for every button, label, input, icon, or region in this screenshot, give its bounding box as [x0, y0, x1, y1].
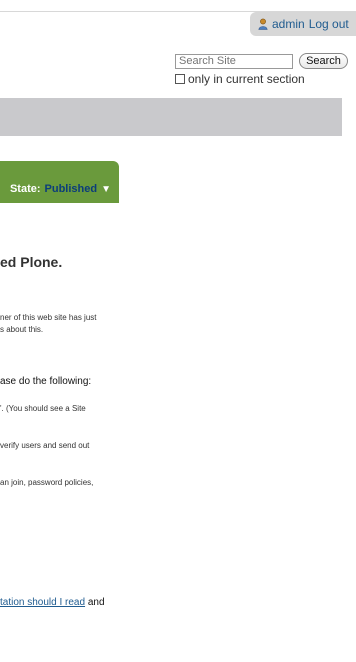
docs-link-line: tation should I read and — [0, 597, 105, 608]
state-label: State: — [9, 183, 41, 195]
docs-link-tail: and — [85, 597, 105, 608]
current-section-label: only in current section — [188, 72, 305, 86]
content-actions-bar: State: Published ▼ — [0, 161, 119, 203]
page-heading: ed Plone. — [0, 254, 63, 270]
user-link[interactable]: admin — [272, 17, 305, 31]
logout-link[interactable]: Log out — [309, 17, 349, 31]
state-value[interactable]: Published — [45, 183, 98, 195]
search-button[interactable]: Search — [299, 53, 348, 69]
search-input[interactable] — [175, 53, 293, 69]
personal-bar: admin Log out — [250, 12, 356, 36]
plone-page: admin Log out Search only in current sec… — [0, 0, 356, 662]
list-item-2: verify users and send out — [0, 441, 90, 450]
list-item-1: '. (You should see a Site — [0, 404, 86, 413]
documentation-link[interactable]: tation should I read — [0, 597, 85, 608]
global-nav-bar — [0, 98, 342, 136]
intro-line-1: ner of this web site has just — [0, 313, 97, 322]
search-row: Search — [175, 53, 350, 69]
user-icon — [258, 18, 268, 30]
current-section-checkbox[interactable] — [175, 74, 185, 84]
current-section-option: only in current section — [175, 72, 350, 86]
state-menu[interactable]: State: Published ▼ — [10, 183, 111, 195]
search-area: Search only in current section — [175, 53, 350, 86]
intro-line-2: s about this. — [0, 325, 44, 334]
subheading: ase do the following: — [0, 376, 92, 387]
list-item-3: an join, password policies, — [0, 478, 94, 487]
state-dropdown-icon[interactable]: ▼ — [101, 184, 111, 195]
